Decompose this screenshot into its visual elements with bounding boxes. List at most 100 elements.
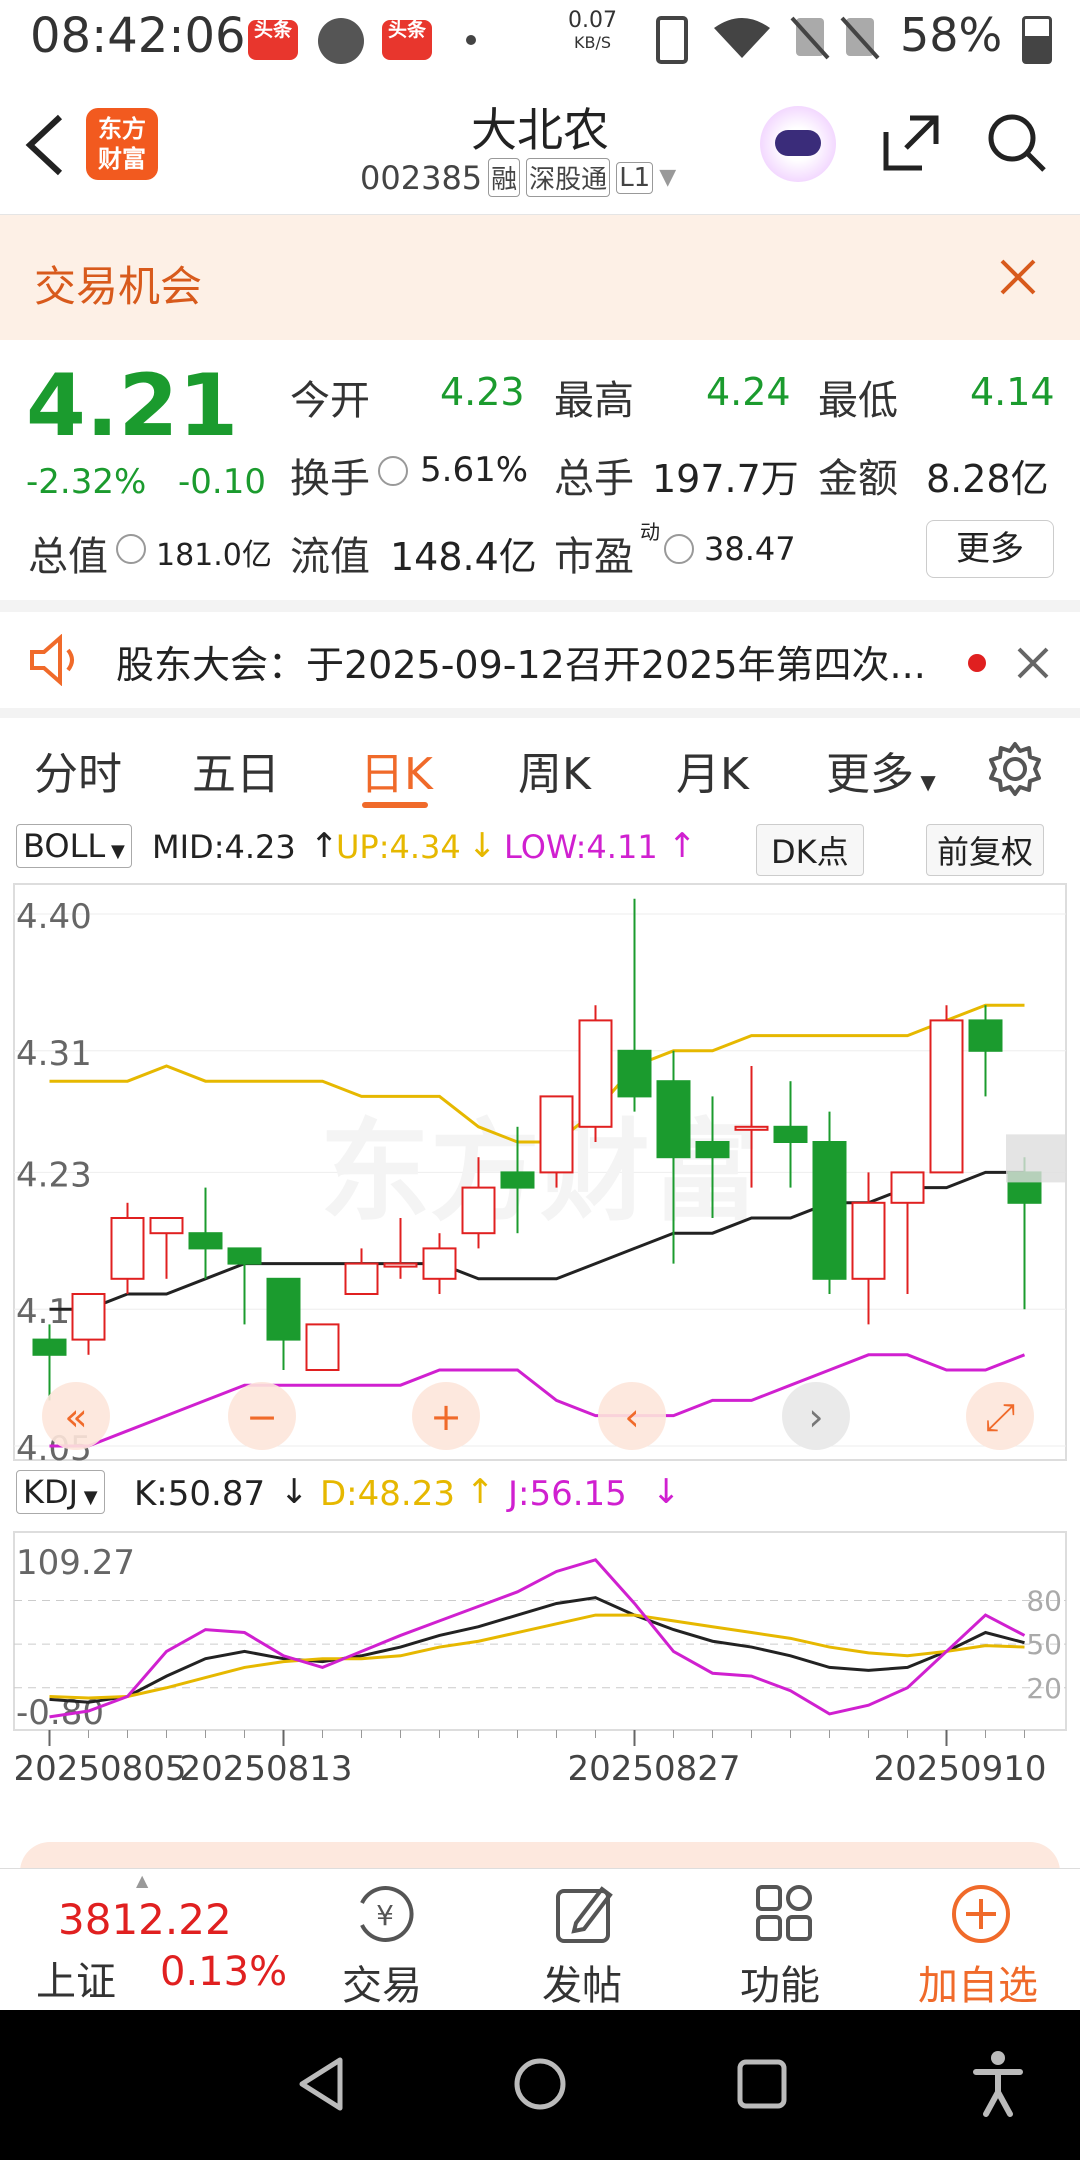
chevron-down-icon: ▼ [659, 165, 677, 190]
level-tag: L1 [616, 161, 654, 194]
candle-body [968, 1019, 1003, 1052]
tab-more[interactable]: 更多 ▼ [826, 738, 936, 802]
x-tick-label: 20250910 [873, 1749, 1046, 1789]
no-signal-icon [840, 16, 880, 60]
divider [0, 600, 1080, 612]
trade-icon[interactable]: ¥ [352, 1883, 418, 1945]
kdj-right-tick: 50 [1026, 1628, 1062, 1661]
index-percent[interactable]: 0.13% [160, 1949, 287, 1995]
chart-control-icon: + [430, 1395, 462, 1439]
speaker-icon [30, 634, 74, 686]
candle-body [812, 1141, 847, 1280]
add-watchlist-label[interactable]: 加自选 [918, 1953, 1038, 2011]
robot-avatar-icon[interactable] [760, 106, 836, 182]
close-icon[interactable] [998, 257, 1038, 297]
change-value: -0.10 [178, 462, 266, 502]
stock-code-row[interactable]: 002385 融 深股通 L1 ▼ [360, 158, 676, 197]
x-tick-label: 20250827 [567, 1749, 740, 1789]
chart-control-icon: « [64, 1395, 87, 1439]
trading-opportunity-banner[interactable]: 交易机会 [0, 215, 1080, 340]
chevron-down-icon: ▼ [914, 770, 936, 794]
open-label: 今开 [290, 378, 370, 424]
candle-body [422, 1247, 457, 1280]
banner-title: 交易机会 [34, 262, 203, 311]
post-label[interactable]: 发帖 [542, 1953, 622, 2011]
index-name[interactable]: 上证 [36, 1949, 116, 2007]
kdj-panel-frame [13, 1531, 1067, 1731]
candle-body [539, 1095, 574, 1174]
accessibility-icon[interactable] [970, 2048, 1026, 2118]
svg-text:¥: ¥ [376, 1899, 394, 1932]
toutiao-badge-icon: 头条 [248, 20, 298, 60]
close-icon[interactable] [1016, 646, 1050, 680]
candlestick-chart[interactable]: 4.404.314.234.144.05东方财富«−+‹›⤢805020109.… [0, 818, 1080, 1818]
candle-body [461, 1186, 496, 1235]
float-cap-value: 148.4亿 [390, 535, 537, 579]
info-icon[interactable] [116, 534, 146, 564]
system-nav-bar [0, 2010, 1080, 2160]
candle-body [851, 1201, 886, 1280]
battery-icon [1022, 16, 1052, 64]
back-nav-icon[interactable] [296, 2056, 346, 2112]
kdj-k: K:50.87 [134, 1474, 266, 1514]
float-cap-label: 流值 [290, 534, 370, 580]
candle-body [227, 1247, 262, 1265]
y-tick-label: 4.23 [16, 1155, 92, 1195]
dot-icon [466, 35, 476, 45]
total-cap-value: 181.0亿 [156, 538, 272, 573]
tab-five-day[interactable]: 五日 [192, 738, 280, 802]
candle-body [695, 1141, 730, 1159]
connect-tag: 深股通 [526, 158, 611, 197]
x-tick-label: 20250813 [179, 1749, 352, 1789]
candle-body [734, 1125, 769, 1131]
info-icon[interactable] [378, 456, 408, 486]
arrow-down-icon: ↓ [280, 1472, 309, 1512]
share-icon[interactable] [880, 112, 942, 174]
unread-dot-icon [968, 654, 986, 672]
candle-body [266, 1277, 301, 1341]
expand-up-icon[interactable]: ▲ [136, 1871, 148, 1890]
high-label: 最高 [554, 378, 634, 424]
apps-icon[interactable] [754, 1883, 814, 1943]
low-value: 4.14 [970, 370, 1055, 414]
tab-weekly-k[interactable]: 周K [518, 738, 591, 802]
function-label[interactable]: 功能 [740, 1953, 820, 2011]
amount-label: 金额 [818, 456, 898, 502]
tab-monthly-k[interactable]: 月K [676, 738, 749, 802]
pe-label: 市盈 [554, 534, 634, 580]
recents-nav-icon[interactable] [736, 2058, 788, 2110]
info-icon[interactable] [664, 534, 694, 564]
post-icon[interactable] [554, 1883, 616, 1945]
arrow-down-icon: ↓ [652, 1472, 681, 1512]
candle-body [383, 1262, 418, 1268]
kline-chart-area: BOLL ▼ MID:4.23 ↑ UP:4.34 ↓ LOW:4.11 ↑ D… [0, 818, 1080, 1818]
message-icon [318, 18, 364, 64]
candle-body [617, 1049, 652, 1098]
add-circle-icon[interactable] [950, 1883, 1012, 1945]
margin-tag: 融 [488, 158, 521, 197]
total-cap-label: 总值 [28, 534, 108, 580]
low-label: 最低 [818, 378, 898, 424]
volume-label: 总手 [554, 456, 634, 502]
kdj-select[interactable]: KDJ ▼ [16, 1470, 105, 1514]
candle-body [344, 1262, 379, 1296]
tab-intraday[interactable]: 分时 [34, 738, 122, 802]
gear-icon[interactable] [986, 740, 1044, 798]
candle-body [500, 1171, 535, 1189]
tab-daily-k[interactable]: 日K [360, 738, 433, 802]
home-nav-icon[interactable] [512, 2056, 568, 2112]
price-marker [1006, 1134, 1066, 1183]
x-tick-label: 20250805 [13, 1749, 186, 1789]
net-speed: 0.07 KB/S [568, 8, 617, 53]
candle-body [656, 1080, 691, 1159]
announcement-bar[interactable]: 股东大会：于2025-09-12召开2025年第四次... [0, 612, 1080, 708]
pe-sup: 动 [640, 520, 660, 544]
search-icon[interactable] [986, 112, 1050, 176]
trade-label[interactable]: 交易 [342, 1953, 422, 2011]
current-price: 4.21 [26, 356, 239, 456]
more-button[interactable]: 更多 [926, 520, 1054, 578]
y-tick-label: 4.31 [16, 1034, 92, 1074]
stock-code: 002385 [360, 158, 483, 197]
chart-control-icon: ‹ [624, 1395, 639, 1439]
index-value[interactable]: 3812.22 [58, 1895, 232, 1944]
